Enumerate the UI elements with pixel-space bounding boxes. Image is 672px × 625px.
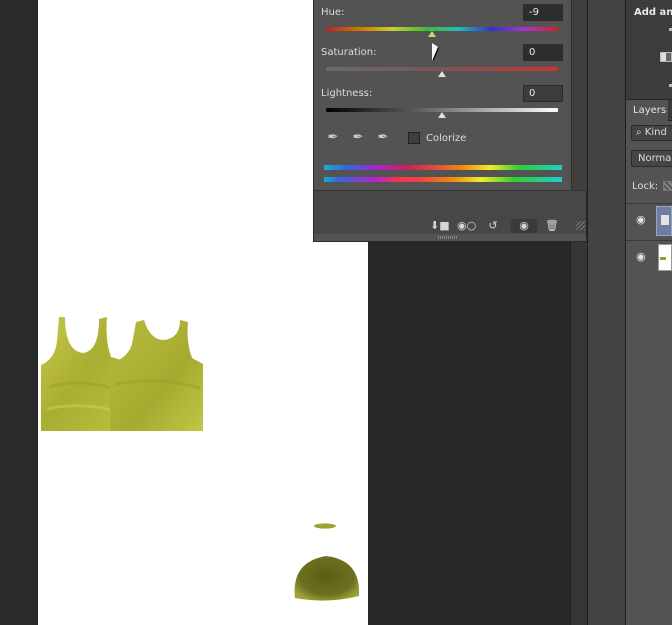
lock-label: Lock:: [632, 181, 659, 192]
hue-slider-track[interactable]: [326, 27, 558, 31]
eye-icon[interactable]: ◉: [636, 214, 647, 225]
lock-transparent-pixels-icon[interactable]: [663, 181, 672, 191]
colorize-label: Colorize: [426, 133, 467, 144]
tab-layers[interactable]: Layers: [626, 100, 668, 121]
hue-slider-handle[interactable]: [428, 31, 436, 37]
image-layer-thumbnail[interactable]: [658, 244, 672, 271]
lightness-slider-handle[interactable]: [438, 112, 446, 118]
saturation-label: Saturation:: [321, 47, 377, 58]
hue-value-field[interactable]: -9: [523, 4, 563, 21]
tank-top-back-texture: [110, 320, 203, 431]
source-color-spectrum: [324, 165, 562, 170]
kind-filter-label: Kind: [644, 127, 667, 138]
visibility-eye-icon[interactable]: ◉: [511, 219, 537, 233]
properties-scrollbar[interactable]: [571, 0, 587, 190]
workspace-left-gutter: [0, 0, 38, 625]
panel-dock-strip: [588, 0, 626, 625]
mouse-cursor-icon: [432, 43, 438, 61]
trash-icon[interactable]: 🗑: [543, 219, 561, 233]
garment-dome-texture: [294, 556, 360, 601]
hue-label: Hue:: [321, 7, 345, 18]
eyedropper-plus-icon[interactable]: ✒: [350, 130, 366, 146]
garment-fragment-texture: [314, 523, 336, 529]
eye-icon[interactable]: ◉: [636, 251, 647, 262]
adjustments-panel-title: Add an a: [634, 7, 672, 18]
levels-adjustment-icon[interactable]: [660, 52, 672, 62]
colorize-checkbox[interactable]: [408, 132, 420, 144]
search-icon: ⌕: [636, 127, 642, 138]
view-previous-state-icon[interactable]: ◉○: [457, 219, 476, 233]
reset-icon[interactable]: ↺: [484, 219, 502, 233]
clip-to-layer-icon[interactable]: ⬇■: [430, 219, 450, 233]
eyedropper-icon[interactable]: ✒: [325, 130, 341, 146]
resize-grip-icon[interactable]: [576, 221, 585, 230]
saturation-slider-handle[interactable]: [438, 71, 446, 77]
blend-mode-dropdown[interactable]: Normal: [631, 150, 672, 167]
layer-kind-filter[interactable]: ⌕ Kind: [631, 125, 672, 141]
result-color-spectrum: [324, 177, 562, 182]
adjustment-layer-thumbnail[interactable]: [656, 206, 672, 236]
panel-drag-handle[interactable]: [438, 236, 458, 239]
lightness-value-field[interactable]: 0: [523, 85, 563, 102]
eyedropper-minus-icon[interactable]: ✒: [375, 130, 391, 146]
lightness-label: Lightness:: [321, 88, 373, 99]
saturation-value-field[interactable]: 0: [523, 44, 563, 61]
